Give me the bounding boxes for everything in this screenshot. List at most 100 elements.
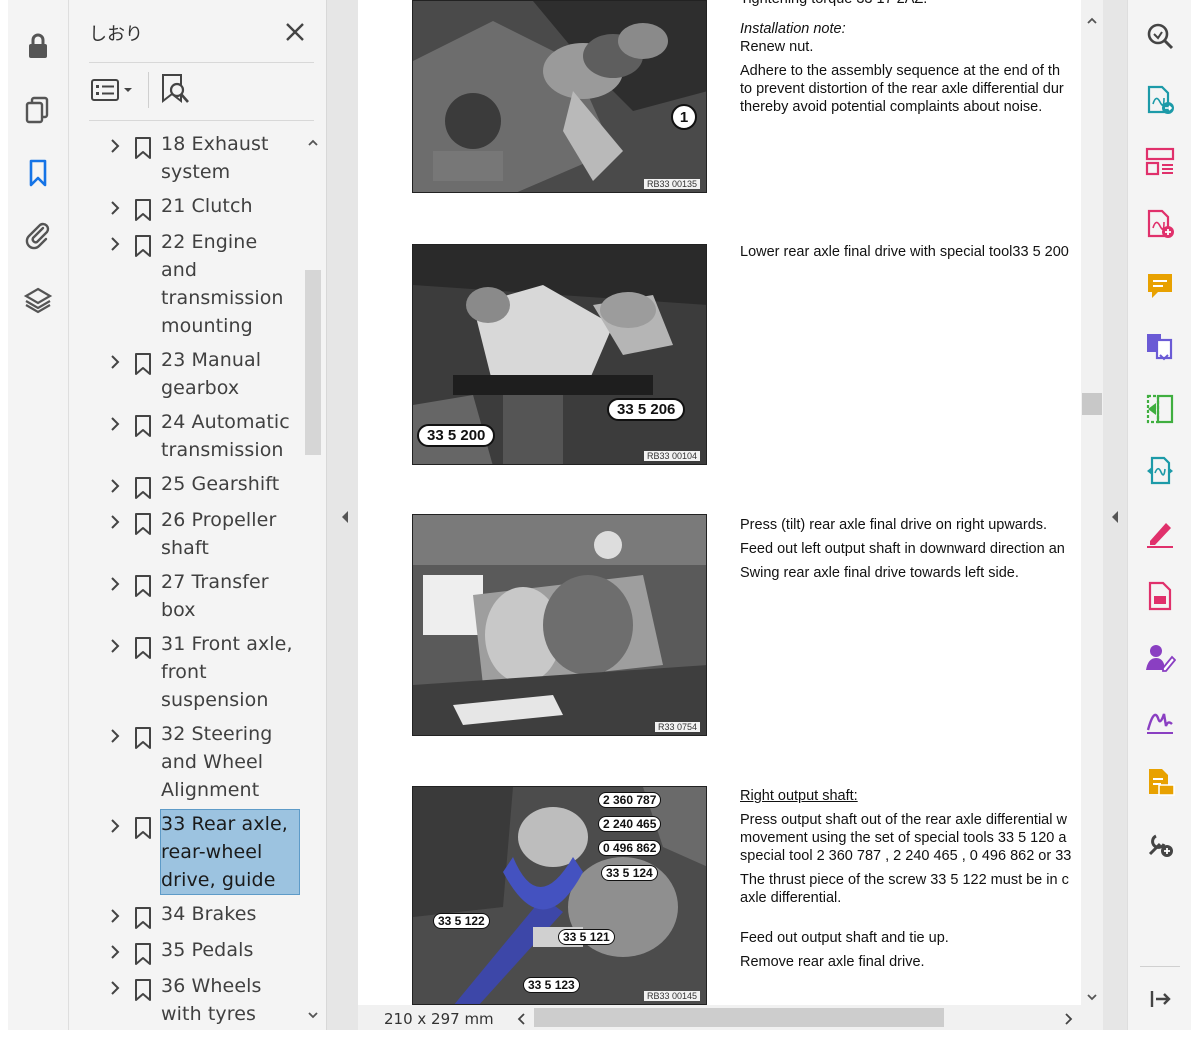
bookmark-item[interactable]: 35 Pedals bbox=[69, 936, 301, 966]
bookmark-icon bbox=[133, 942, 153, 966]
divider bbox=[89, 62, 314, 63]
chevron-right-icon[interactable] bbox=[105, 574, 125, 594]
list-options-icon[interactable] bbox=[91, 77, 137, 103]
chevron-right-icon[interactable] bbox=[105, 906, 125, 926]
bookmark-item[interactable]: 24 Automatic transmission bbox=[69, 408, 301, 464]
comment-icon[interactable] bbox=[1144, 270, 1176, 302]
bookmark-label: 26 Propeller shaft bbox=[161, 509, 277, 559]
bookmark-item[interactable]: 32 Steering and Wheel Alignment bbox=[69, 720, 301, 804]
text-line: to prevent distortion of the rear axle d… bbox=[740, 81, 1064, 97]
document-area: Tightening torque 33 17 2AZ. 1 RB33 0013… bbox=[327, 0, 1127, 1030]
figure-callout: 33 5 122 bbox=[433, 913, 490, 929]
scroll-down-icon[interactable] bbox=[1086, 988, 1098, 1001]
chevron-right-icon[interactable] bbox=[105, 726, 125, 746]
bookmark-item[interactable]: 21 Clutch bbox=[69, 192, 301, 222]
scroll-right-icon[interactable] bbox=[1062, 1011, 1074, 1025]
bookmark-item[interactable]: 34 Brakes bbox=[69, 900, 301, 930]
bookmark-label: 35 Pedals bbox=[161, 939, 254, 961]
cut-off-text: Tightening torque 33 17 2AZ. bbox=[740, 0, 1081, 8]
bookmark-item[interactable]: 23 Manual gearbox bbox=[69, 346, 301, 402]
bookmark-item[interactable]: 22 Engine and transmission mounting bbox=[69, 228, 301, 340]
chevron-right-icon[interactable] bbox=[105, 136, 125, 156]
figure-callout: 1 bbox=[671, 104, 697, 130]
layers-icon[interactable] bbox=[22, 284, 54, 316]
chevron-right-icon[interactable] bbox=[105, 942, 125, 962]
status-bar: 210 x 297 mm bbox=[358, 1005, 1103, 1030]
chevron-right-icon[interactable] bbox=[105, 512, 125, 532]
text-block: Lower rear axle final drive with special… bbox=[740, 243, 1081, 267]
chevron-right-icon[interactable] bbox=[105, 352, 125, 372]
more-tools-icon[interactable] bbox=[1144, 828, 1176, 860]
scroll-up-icon[interactable] bbox=[1086, 12, 1098, 24]
figure-callout: 33 5 121 bbox=[558, 929, 615, 945]
chevron-right-icon[interactable] bbox=[105, 816, 125, 836]
request-signature-icon[interactable] bbox=[1144, 642, 1177, 674]
convert-icon[interactable] bbox=[1144, 455, 1176, 487]
scroll-left-icon[interactable] bbox=[516, 1011, 528, 1025]
bookmark-label: 32 Steering and Wheel Alignment bbox=[161, 723, 273, 801]
bookmark-item[interactable]: 25 Gearshift bbox=[69, 470, 301, 500]
zoom-icon[interactable] bbox=[1144, 20, 1176, 52]
scroll-thumb[interactable] bbox=[1082, 393, 1102, 415]
collapse-right-panel-icon[interactable] bbox=[1109, 508, 1121, 526]
certificate-icon[interactable] bbox=[1144, 704, 1176, 736]
text-line: Adhere to the assembly sequence at the e… bbox=[740, 63, 1061, 79]
chevron-right-icon[interactable] bbox=[105, 414, 125, 434]
text-block: Right output shaft: Press output shaft o… bbox=[740, 787, 1081, 977]
create-pdf-icon[interactable] bbox=[1144, 208, 1176, 240]
text-line: Feed out left output shaft in downward d… bbox=[740, 541, 1065, 557]
bookmark-icon bbox=[133, 414, 153, 438]
figure-callout: 0 496 862 bbox=[598, 840, 662, 856]
chevron-right-icon[interactable] bbox=[105, 978, 125, 998]
bookmark-scrollbar[interactable] bbox=[302, 130, 324, 1030]
chevron-right-icon[interactable] bbox=[105, 476, 125, 496]
figure-code: RB33 00104 bbox=[643, 451, 700, 461]
bookmark-item[interactable]: 26 Propeller shaft bbox=[69, 506, 301, 562]
lock-icon[interactable] bbox=[22, 30, 54, 62]
bookmark-label: 27 Transfer box bbox=[161, 571, 269, 621]
scroll-thumb[interactable] bbox=[305, 270, 321, 455]
section-heading: Right output shaft: bbox=[740, 788, 858, 804]
horizontal-scroll-thumb[interactable] bbox=[534, 1008, 944, 1027]
edit-pdf-icon[interactable] bbox=[1144, 580, 1176, 612]
combine-files-icon[interactable] bbox=[1144, 331, 1176, 363]
text-line: special tool 2 360 787 , 2 240 465 , 0 4… bbox=[740, 848, 1072, 864]
text-line: Press (tilt) rear axle final drive on ri… bbox=[740, 517, 1048, 533]
text-line: movement using the set of special tools … bbox=[740, 830, 1067, 846]
figure-code: R33 0754 bbox=[654, 722, 700, 732]
figure-image: 2 360 787 2 240 465 0 496 862 33 5 124 3… bbox=[412, 786, 707, 1005]
text-line: Press output shaft out of the rear axle … bbox=[740, 812, 1067, 828]
bookmark-item[interactable]: 36 Wheels with tyres bbox=[69, 972, 301, 1028]
bookmark-item[interactable]: 31 Front axle, front suspension bbox=[69, 630, 301, 714]
bookmark-item[interactable]: 18 Exhaust system bbox=[69, 130, 301, 186]
bookmark-item[interactable]: 27 Transfer box bbox=[69, 568, 301, 624]
fill-sign-icon[interactable] bbox=[1144, 517, 1176, 549]
bookmarks-panel: しおり 18 Exhaust system 21 Clutch 22 Engine … bbox=[69, 0, 327, 1030]
chevron-right-icon[interactable] bbox=[105, 198, 125, 218]
bookmark-icon bbox=[133, 352, 153, 376]
organize-pages-icon[interactable] bbox=[1144, 146, 1176, 178]
bookmark-label: 33 Rear axle, rear-wheel drive, guide bbox=[160, 809, 300, 895]
divider bbox=[1140, 966, 1180, 967]
collapse-panel-icon[interactable] bbox=[1144, 983, 1176, 1015]
scroll-up-icon[interactable] bbox=[307, 134, 319, 146]
chevron-right-icon[interactable] bbox=[105, 234, 125, 254]
text-block: Installation note: Renew nut. Adhere to … bbox=[740, 20, 1081, 122]
chevron-right-icon[interactable] bbox=[105, 636, 125, 656]
find-bookmark-icon[interactable] bbox=[159, 73, 191, 107]
figure-image: R33 0754 bbox=[412, 514, 707, 736]
pages-icon[interactable] bbox=[22, 93, 54, 125]
bookmark-icon bbox=[133, 906, 153, 930]
collapse-left-panel-icon[interactable] bbox=[339, 508, 351, 526]
scroll-down-icon[interactable] bbox=[307, 1006, 319, 1019]
bookmark-icon bbox=[133, 816, 153, 840]
bookmark-label: 31 Front axle, front suspension bbox=[161, 633, 293, 711]
document-vertical-scrollbar[interactable] bbox=[1081, 0, 1103, 1005]
compress-icon[interactable] bbox=[1144, 393, 1176, 425]
attachment-icon[interactable] bbox=[22, 219, 54, 251]
export-pdf-icon[interactable] bbox=[1144, 84, 1176, 116]
bookmark-icon[interactable] bbox=[22, 157, 54, 189]
send-for-review-icon[interactable] bbox=[1144, 766, 1176, 798]
close-icon[interactable] bbox=[283, 20, 307, 44]
bookmark-item[interactable]: 33 Rear axle, rear-wheel drive, guide bbox=[69, 809, 301, 895]
